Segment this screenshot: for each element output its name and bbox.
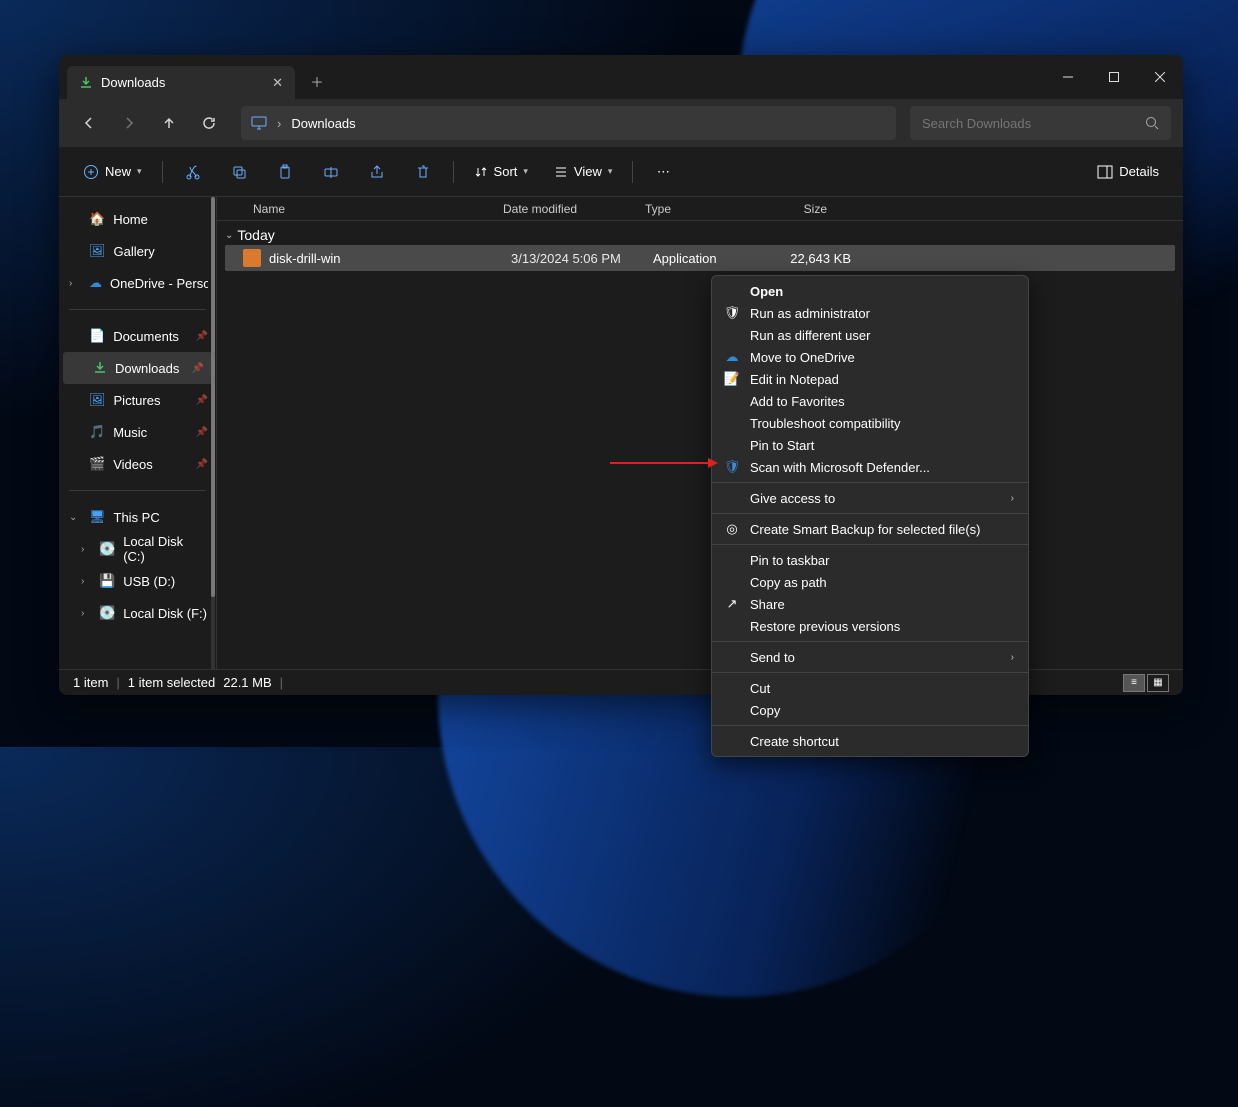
shield-icon: 🛡 xyxy=(724,305,740,321)
chevron-down-icon: ▾ xyxy=(137,166,142,177)
search-input[interactable] xyxy=(922,116,1145,131)
chevron-right-icon: › xyxy=(1011,493,1014,504)
col-date[interactable]: Date modified xyxy=(495,202,637,216)
ctx-favorites[interactable]: Add to Favorites xyxy=(712,390,1028,412)
chevron-right-icon: › xyxy=(277,116,281,131)
cloud-icon: ☁ xyxy=(724,349,740,365)
context-menu: Open 🛡Run as administrator Run as differ… xyxy=(711,275,1029,757)
address-bar[interactable]: › Downloads xyxy=(241,106,896,140)
view-details-icon[interactable]: ≡ xyxy=(1123,674,1145,692)
status-selected: 1 item selected xyxy=(128,675,215,690)
sidebar-item-music[interactable]: 🎵Music📌 xyxy=(59,416,216,448)
plus-circle-icon xyxy=(83,164,99,180)
navbar: › Downloads xyxy=(59,99,1183,147)
titlebar: Downloads ✕ ＋ xyxy=(59,55,1183,99)
status-size: 22.1 MB xyxy=(223,675,271,690)
ctx-pin-taskbar[interactable]: Pin to taskbar xyxy=(712,549,1028,571)
minimize-button[interactable] xyxy=(1045,55,1091,99)
file-list: Name Date modified Type Size ⌄Today disk… xyxy=(217,197,1183,669)
ctx-restore[interactable]: Restore previous versions xyxy=(712,615,1028,637)
sidebar-item-gallery[interactable]: 🖼Gallery xyxy=(59,235,216,267)
ctx-run-diff[interactable]: Run as different user xyxy=(712,324,1028,346)
toolbar: New ▾ Sort ▾ View ▾ ⋯ Details xyxy=(59,147,1183,197)
ctx-copy[interactable]: Copy xyxy=(712,699,1028,721)
tab-downloads[interactable]: Downloads ✕ xyxy=(67,66,295,99)
ctx-open[interactable]: Open xyxy=(712,280,1028,302)
new-tab-button[interactable]: ＋ xyxy=(301,65,333,97)
status-items: 1 item xyxy=(73,675,108,690)
ctx-shortcut[interactable]: Create shortcut xyxy=(712,730,1028,752)
column-headers: Name Date modified Type Size xyxy=(217,197,1183,221)
sidebar-item-videos[interactable]: 🎬Videos📌 xyxy=(59,448,216,480)
ctx-give-access[interactable]: Give access to› xyxy=(712,487,1028,509)
sidebar-item-disk-c[interactable]: ›💽Local Disk (C:) xyxy=(59,533,216,565)
ctx-notepad[interactable]: 📝Edit in Notepad xyxy=(712,368,1028,390)
ctx-pin-start[interactable]: Pin to Start xyxy=(712,434,1028,456)
sidebar-scrollbar[interactable] xyxy=(211,197,215,669)
tab-close-icon[interactable]: ✕ xyxy=(272,75,283,91)
sidebar-item-downloads[interactable]: Downloads📌 xyxy=(63,352,212,384)
sidebar-item-home[interactable]: 🏠Home xyxy=(59,203,216,235)
search-icon xyxy=(1145,116,1159,130)
forward-button[interactable] xyxy=(111,105,147,141)
pin-icon: 📌 xyxy=(196,331,208,342)
search-box[interactable] xyxy=(910,106,1171,140)
cut-button[interactable] xyxy=(173,155,213,189)
share-icon: ↗ xyxy=(724,596,740,612)
back-button[interactable] xyxy=(71,105,107,141)
more-button[interactable]: ⋯ xyxy=(643,155,683,189)
view-icon xyxy=(554,165,568,179)
up-button[interactable] xyxy=(151,105,187,141)
paste-button[interactable] xyxy=(265,155,305,189)
details-icon xyxy=(1097,165,1113,179)
ctx-cut[interactable]: Cut xyxy=(712,677,1028,699)
sidebar-item-documents[interactable]: 📄Documents📌 xyxy=(59,320,216,352)
defender-icon: 🛡 xyxy=(724,459,740,475)
sidebar-item-thispc[interactable]: ⌄🖥This PC xyxy=(59,501,216,533)
monitor-icon xyxy=(251,116,267,130)
sidebar-item-onedrive[interactable]: ›☁OneDrive - Perso xyxy=(59,267,216,299)
ctx-troubleshoot[interactable]: Troubleshoot compatibility xyxy=(712,412,1028,434)
col-type[interactable]: Type xyxy=(637,202,755,216)
ctx-share[interactable]: ↗Share xyxy=(712,593,1028,615)
delete-button[interactable] xyxy=(403,155,443,189)
col-name[interactable]: Name xyxy=(245,202,495,216)
sidebar-item-disk-f[interactable]: ›💽Local Disk (F:) xyxy=(59,597,216,629)
share-button[interactable] xyxy=(357,155,397,189)
ctx-send-to[interactable]: Send to› xyxy=(712,646,1028,668)
refresh-button[interactable] xyxy=(191,105,227,141)
download-icon xyxy=(79,76,93,90)
ctx-defender[interactable]: 🛡Scan with Microsoft Defender... xyxy=(712,456,1028,478)
ctx-smart-backup[interactable]: ◎Create Smart Backup for selected file(s… xyxy=(712,518,1028,540)
view-button[interactable]: View ▾ xyxy=(544,155,622,189)
close-button[interactable] xyxy=(1137,55,1183,99)
notepad-icon: 📝 xyxy=(724,371,740,387)
ctx-onedrive[interactable]: ☁Move to OneDrive xyxy=(712,346,1028,368)
copy-button[interactable] xyxy=(219,155,259,189)
sidebar-item-pictures[interactable]: 🖼Pictures📌 xyxy=(59,384,216,416)
col-size[interactable]: Size xyxy=(755,202,835,216)
ctx-run-admin[interactable]: 🛡Run as administrator xyxy=(712,302,1028,324)
tab-title: Downloads xyxy=(101,75,165,90)
sidebar: 🏠Home 🖼Gallery ›☁OneDrive - Perso 📄Docum… xyxy=(59,197,217,669)
details-button[interactable]: Details xyxy=(1087,164,1169,179)
new-button[interactable]: New ▾ xyxy=(73,155,152,189)
address-location: Downloads xyxy=(291,116,355,131)
rename-button[interactable] xyxy=(311,155,351,189)
backup-icon: ◎ xyxy=(724,521,740,537)
sort-icon xyxy=(474,165,488,179)
group-today[interactable]: ⌄Today xyxy=(217,221,1183,245)
sidebar-item-usb-d[interactable]: ›💾USB (D:) xyxy=(59,565,216,597)
file-row[interactable]: disk-drill-win 3/13/2024 5:06 PM Applica… xyxy=(225,245,1175,271)
maximize-button[interactable] xyxy=(1091,55,1137,99)
view-large-icon[interactable]: ▦ xyxy=(1147,674,1169,692)
sort-button[interactable]: Sort ▾ xyxy=(464,155,538,189)
file-icon xyxy=(243,249,261,267)
window-controls xyxy=(1045,55,1183,99)
ctx-copy-path[interactable]: Copy as path xyxy=(712,571,1028,593)
